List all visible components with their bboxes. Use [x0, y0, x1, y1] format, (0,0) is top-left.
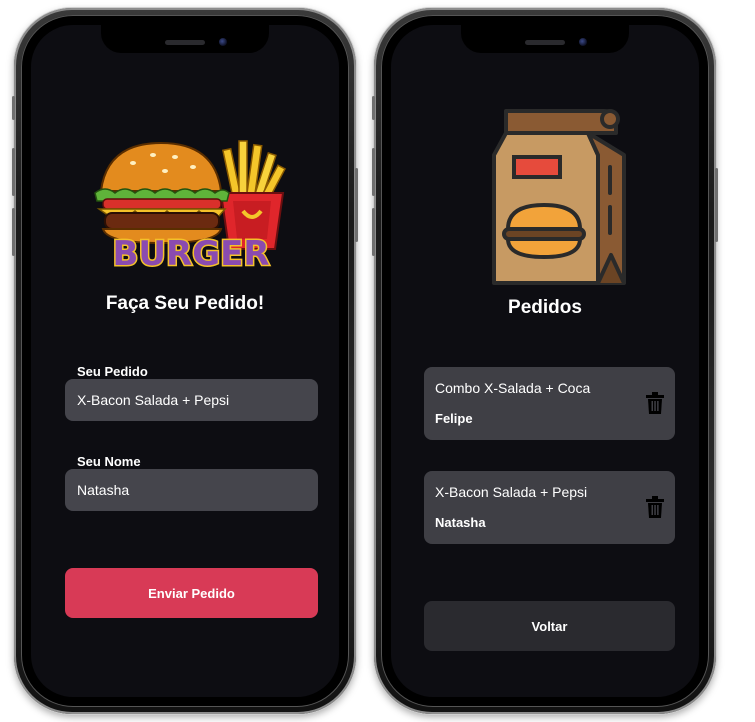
orders-screen: Pedidos Combo X-Salada + Coca Felipe X-B…	[391, 25, 699, 697]
order-customer: Felipe	[435, 411, 473, 426]
logo-text: BURGER	[112, 234, 269, 271]
burger-logo: BURGER	[93, 131, 303, 276]
phone-frame-order: BURGER Faça Seu Pedido! Seu Pedido X-Bac…	[12, 8, 358, 714]
order-card: Combo X-Salada + Coca Felipe	[424, 367, 675, 440]
trash-icon[interactable]	[646, 392, 664, 414]
order-input-value: X-Bacon Salada + Pepsi	[77, 392, 230, 408]
fries-icon	[219, 140, 286, 250]
phone-side-button	[12, 148, 15, 196]
trash-icon[interactable]	[646, 496, 664, 518]
order-input[interactable]: X-Bacon Salada + Pepsi	[65, 379, 318, 421]
food-bag-image	[484, 97, 634, 287]
phone-frame-orders: Pedidos Combo X-Salada + Coca Felipe X-B…	[372, 8, 718, 714]
order-screen: BURGER Faça Seu Pedido! Seu Pedido X-Bac…	[31, 25, 339, 697]
order-description: Combo X-Salada + Coca	[435, 380, 591, 396]
phone-notch	[461, 25, 629, 53]
burger-logo-image: BURGER	[94, 140, 286, 276]
order-card: X-Bacon Salada + Pepsi Natasha	[424, 471, 675, 544]
phone-side-button	[372, 96, 375, 120]
name-input-value: Natasha	[77, 482, 130, 498]
food-bag-icon	[492, 109, 626, 285]
phone-side-button	[715, 168, 718, 242]
phone-notch	[101, 25, 269, 53]
page-title: Pedidos	[508, 297, 582, 318]
camera-icon	[219, 38, 227, 46]
phone-side-button	[12, 208, 15, 256]
phone-side-button	[372, 148, 375, 196]
phone-side-button	[372, 208, 375, 256]
speaker-grille	[525, 40, 565, 45]
name-field-label: Seu Nome	[77, 454, 141, 469]
page-title: Faça Seu Pedido!	[105, 293, 265, 314]
camera-icon	[579, 38, 587, 46]
phone-side-button	[12, 96, 15, 120]
order-customer: Natasha	[435, 515, 486, 530]
submit-order-button[interactable]: Enviar Pedido	[65, 568, 318, 618]
phone-side-button	[355, 168, 358, 242]
burger-icon	[94, 141, 230, 245]
order-field-label: Seu Pedido	[77, 364, 148, 379]
back-button[interactable]: Voltar	[424, 601, 675, 651]
speaker-grille	[165, 40, 205, 45]
order-description: X-Bacon Salada + Pepsi	[435, 484, 588, 500]
name-input[interactable]: Natasha	[65, 469, 318, 511]
